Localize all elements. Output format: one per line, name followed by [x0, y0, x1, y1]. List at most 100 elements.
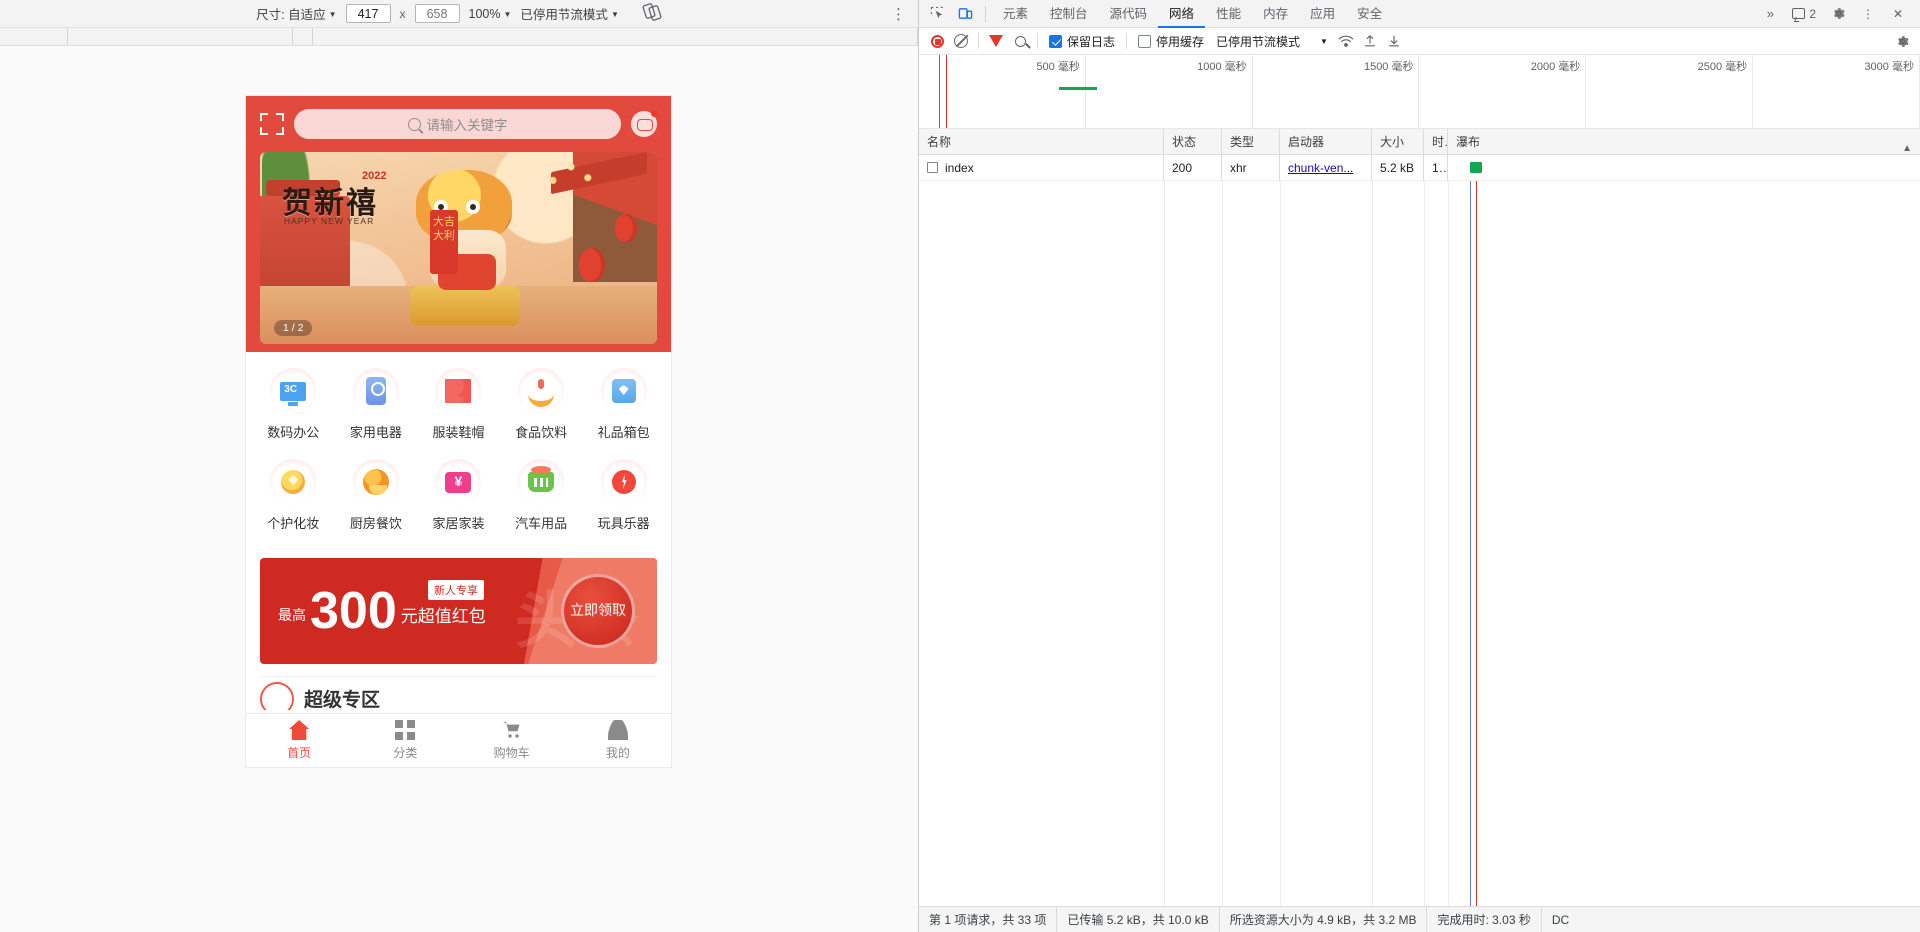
chevron-double-right-icon[interactable]: » [1756, 1, 1784, 27]
viewport-ruler [0, 28, 918, 46]
tab-console[interactable]: 控制台 [1039, 0, 1099, 28]
devtools-tabbar: 元素 控制台 源代码 网络 性能 内存 应用 安全 » 2 [919, 0, 1920, 28]
column-header-time[interactable]: 时间 [1424, 129, 1448, 155]
tab-cart[interactable]: 购物车 [459, 720, 565, 761]
category-item-home-decor[interactable]: 家居家装 [417, 459, 500, 550]
dom-content-loaded-line [1470, 181, 1471, 906]
lantern-icon [615, 214, 637, 242]
next-section-peek[interactable]: 超级专区 [260, 676, 657, 710]
throttle-label: 已停用节流模式 [520, 4, 608, 23]
chevron-down-icon: ▼ [329, 11, 337, 19]
network-throttle-selector[interactable]: 已停用节流模式 ▼ [520, 4, 618, 23]
disable-cache-checkbox[interactable]: 停用缓存 [1132, 33, 1210, 50]
tab-application[interactable]: 应用 [1299, 0, 1346, 28]
column-header-waterfall[interactable]: 瀑布 ▲ [1448, 129, 1920, 155]
drum-icon [410, 286, 520, 326]
preserve-log-checkbox[interactable]: 保留日志 [1043, 33, 1121, 50]
cell-initiator[interactable]: chunk-ven... [1280, 155, 1372, 181]
auto-supplies-icon [518, 459, 564, 505]
device-toolbar-more-button[interactable]: ⋮ [891, 0, 906, 28]
tab-network[interactable]: 网络 [1158, 0, 1205, 28]
preserve-log-label: 保留日志 [1067, 33, 1115, 50]
status-dom-content-loaded: DC [1542, 907, 1579, 932]
network-conditions-icon[interactable] [1334, 29, 1358, 53]
category-item-clothing[interactable]: 服装鞋帽 [417, 368, 500, 459]
overview-tick: 1000 毫秒 [1086, 55, 1253, 128]
viewport-width-input[interactable] [346, 4, 391, 23]
category-item-kitchen-dining[interactable]: 厨房餐饮 [335, 459, 418, 550]
zoom-selector[interactable]: 100% ▼ [469, 7, 512, 21]
network-overview-timeline[interactable]: 500 毫秒 1000 毫秒 1500 毫秒 2000 毫秒 2500 毫秒 3… [919, 55, 1920, 129]
category-item-gift-bag[interactable]: 礼品箱包 [582, 368, 665, 459]
category-item-home-appliance[interactable]: 家用电器 [335, 368, 418, 459]
filter-icon[interactable] [984, 29, 1008, 53]
status-finish-time: 完成用时: 3.03 秒 [1427, 907, 1541, 932]
column-header-name[interactable]: 名称 [919, 129, 1164, 155]
scan-qr-icon[interactable] [260, 113, 284, 135]
table-row[interactable]: index 200 xhr chunk-ven... 5.2 kB 1. [919, 155, 1920, 181]
category-item-auto-supplies[interactable]: 汽车用品 [500, 459, 583, 550]
category-item-food-drink[interactable]: 食品饮料 [500, 368, 583, 459]
tab-memory[interactable]: 内存 [1252, 0, 1299, 28]
search-input[interactable]: 请输入关键字 [294, 109, 621, 139]
search-icon[interactable] [1008, 29, 1032, 53]
panel-tabs: 元素 控制台 源代码 网络 性能 内存 应用 安全 [992, 0, 1393, 28]
throttling-label: 已停用节流模式 [1216, 33, 1300, 50]
tab-elements[interactable]: 元素 [992, 0, 1039, 28]
cell-name[interactable]: index [919, 155, 1164, 181]
tab-sources[interactable]: 源代码 [1099, 0, 1159, 28]
checkbox-indicator [1138, 35, 1151, 48]
category-label: 厨房餐饮 [350, 513, 402, 532]
banner-slide[interactable]: 大吉大利 贺新禧 2022 HAPPY NEW YEAR 1 / 2 [260, 152, 657, 344]
column-header-status[interactable]: 状态 [1164, 129, 1222, 155]
emulated-device-screen[interactable]: 请输入关键字 [246, 96, 671, 767]
tab-profile[interactable]: 我的 [565, 720, 671, 761]
coupon-tag: 新人专享 [428, 580, 484, 600]
claim-coupon-button[interactable]: 立即领取 [561, 574, 635, 648]
status-request-count: 第 1 项请求，共 33 项 [919, 907, 1057, 932]
tick-label: 500 毫秒 [1036, 58, 1079, 74]
initiator-link[interactable]: chunk-ven... [1288, 161, 1353, 175]
column-header-initiator[interactable]: 启动器 [1280, 129, 1372, 155]
chevron-down-icon: ▼ [504, 11, 512, 19]
next-section-title: 超级专区 [304, 685, 380, 710]
gift-bag-icon [601, 368, 647, 414]
tab-category[interactable]: 分类 [352, 720, 458, 761]
record-stop-icon[interactable] [925, 29, 949, 53]
clear-icon[interactable] [949, 29, 973, 53]
import-har-icon[interactable] [1358, 29, 1382, 53]
coupon-banner[interactable]: 头条 最高 300 元超值红包 新人专享 立即领取 [260, 558, 657, 664]
device-toolbar-icon[interactable] [951, 1, 979, 27]
tab-performance[interactable]: 性能 [1205, 0, 1252, 28]
gear-icon[interactable] [1824, 1, 1852, 27]
rotate-device-icon[interactable] [642, 3, 662, 24]
banner-carousel[interactable]: 大吉大利 贺新禧 2022 HAPPY NEW YEAR 1 / 2 [246, 152, 671, 352]
category-item-personal-care[interactable]: 个护化妆 [252, 459, 335, 550]
section-badge-icon [260, 682, 294, 711]
request-name: index [945, 155, 974, 181]
user-icon [608, 720, 628, 740]
banner-couplet: 大吉大利 [430, 210, 458, 274]
column-header-type[interactable]: 类型 [1222, 129, 1280, 155]
issues-badge[interactable]: 2 [1786, 7, 1822, 21]
message-icon[interactable] [631, 111, 657, 137]
emulated-viewport-area: 请输入关键字 [0, 46, 918, 932]
category-item-toys-instruments[interactable]: 玩具乐器 [582, 459, 665, 550]
tab-security[interactable]: 安全 [1346, 0, 1393, 28]
tab-label: 首页 [287, 744, 311, 761]
device-size-selector[interactable]: 尺寸: 自适应 ▼ [256, 4, 336, 23]
category-item-digital-office[interactable]: 数码办公 [252, 368, 335, 459]
tab-home[interactable]: 首页 [246, 720, 352, 761]
network-settings-gear-icon[interactable] [1890, 29, 1914, 53]
tick-label: 2000 毫秒 [1531, 58, 1581, 74]
category-row: 个护化妆 厨房餐饮 家居家装 汽车用品 [252, 459, 665, 550]
dom-content-loaded-marker [939, 55, 940, 128]
column-header-size[interactable]: 大小 [1372, 129, 1424, 155]
more-vertical-icon[interactable]: ⋮ [1854, 1, 1882, 27]
carousel-pager: 1 / 2 [274, 320, 312, 336]
viewport-height-input[interactable] [415, 4, 460, 23]
throttling-selector[interactable]: 已停用节流模式 ▼ [1210, 33, 1334, 50]
close-icon[interactable]: ✕ [1884, 1, 1912, 27]
inspect-element-icon[interactable] [923, 1, 951, 27]
export-har-icon[interactable] [1382, 29, 1406, 53]
